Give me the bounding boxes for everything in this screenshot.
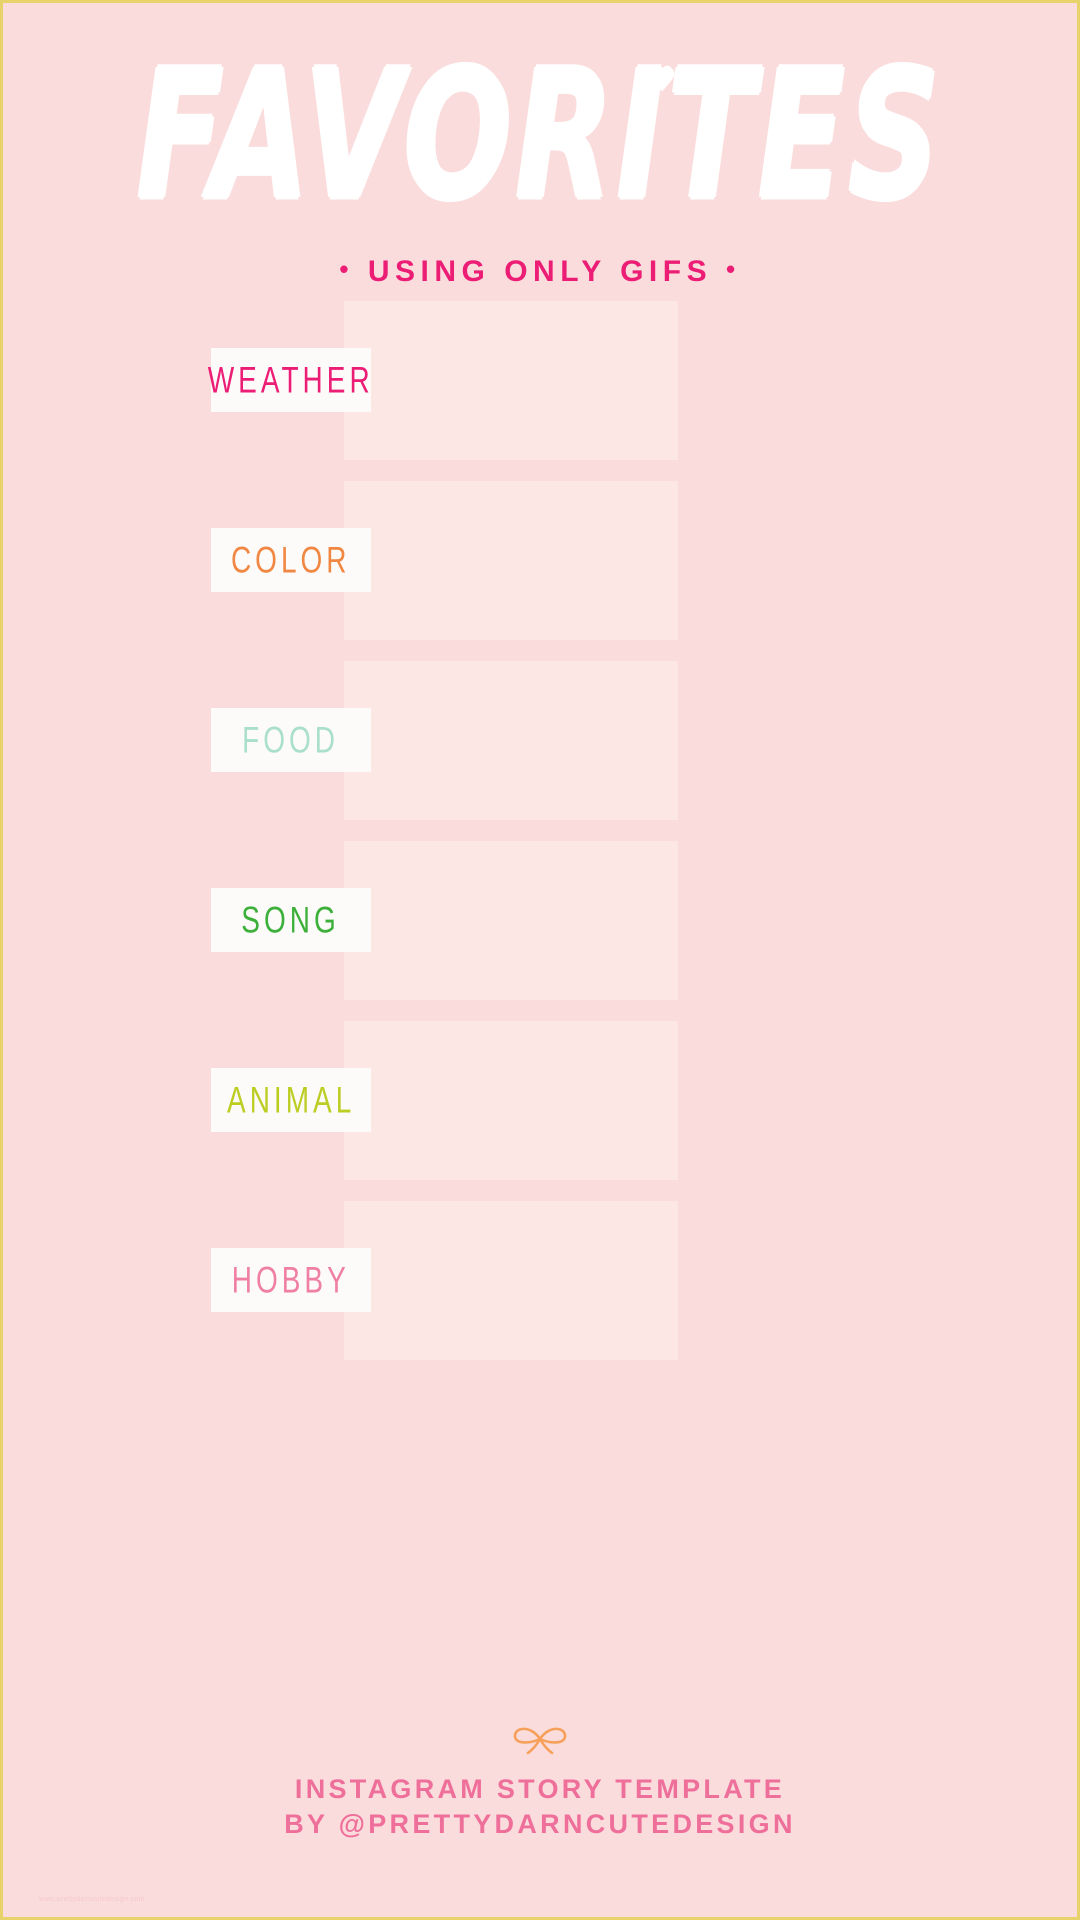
- footer-line-2: BY @PRETTYDARNCUTEDESIGN: [284, 1809, 796, 1840]
- category-label-text: ANIMAL: [226, 1079, 356, 1121]
- gif-drop-area[interactable]: [344, 1201, 678, 1360]
- footer-line-1: INSTAGRAM STORY TEMPLATE: [294, 1773, 786, 1804]
- category-list: WEATHER COLOR FOOD SONG ANIMAL HOBBY: [3, 301, 1077, 1381]
- category-label-box: ANIMAL: [211, 1068, 371, 1132]
- category-label-box: FOOD: [211, 708, 371, 772]
- footer: INSTAGRAM STORY TEMPLATE BY @PRETTYDARNC…: [3, 1722, 1077, 1843]
- category-label-box: HOBBY: [211, 1248, 371, 1312]
- gif-drop-area[interactable]: [344, 841, 678, 1000]
- category-label-box: COLOR: [211, 528, 371, 592]
- category-label-text: HOBBY: [231, 1259, 351, 1301]
- story-template-canvas: FAVORITES ♥ • USING ONLY GIFS • WEATHER C…: [0, 0, 1080, 1920]
- category-row: FOOD: [3, 661, 1077, 841]
- gif-drop-area[interactable]: [344, 661, 678, 820]
- category-label-box: WEATHER: [208, 348, 374, 412]
- category-label-text: FOOD: [242, 719, 340, 761]
- subtitle-text: USING ONLY GIFS: [367, 255, 713, 288]
- page-title-text: FAVORITES: [136, 32, 944, 241]
- category-label-box: SONG: [211, 888, 371, 952]
- category-row: ANIMAL: [3, 1021, 1077, 1201]
- category-label-text: COLOR: [231, 539, 351, 581]
- category-row: SONG: [3, 841, 1077, 1021]
- subtitle-bullet-right: •: [725, 254, 741, 284]
- subtitle: • USING ONLY GIFS •: [3, 254, 1077, 289]
- category-row: HOBBY: [3, 1201, 1077, 1381]
- title-block: FAVORITES ♥: [3, 47, 1077, 225]
- bow-icon: [513, 1727, 567, 1755]
- watermark: www.prettydarncutedesign.com: [39, 1896, 145, 1903]
- subtitle-bullet-left: •: [339, 254, 355, 284]
- page-title: FAVORITES ♥: [137, 47, 944, 225]
- category-row: WEATHER: [3, 301, 1077, 481]
- category-label-text: SONG: [241, 899, 341, 941]
- heart-icon: ♥: [648, 62, 679, 98]
- category-label-text: WEATHER: [208, 359, 374, 401]
- gif-drop-area[interactable]: [344, 1021, 678, 1180]
- category-row: COLOR: [3, 481, 1077, 661]
- gif-drop-area[interactable]: [344, 301, 678, 460]
- gif-drop-area[interactable]: [344, 481, 678, 640]
